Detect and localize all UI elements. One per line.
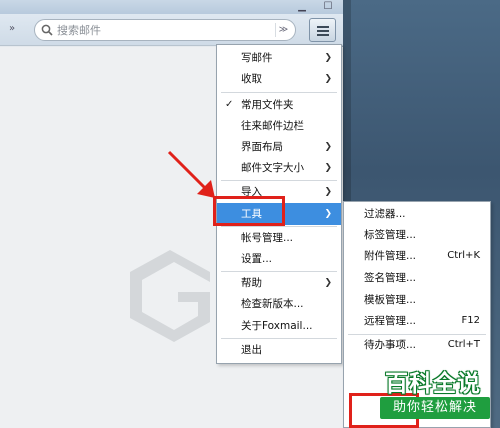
chevron-right-icon: ❯ xyxy=(324,53,332,63)
overflow-chevron-icon[interactable]: » xyxy=(9,23,15,34)
minimize-icon[interactable]: ▁ xyxy=(295,1,309,13)
search-input[interactable] xyxy=(57,22,267,38)
submenu-item-templates[interactable]: 模板管理... xyxy=(344,289,490,311)
menu-item-layout[interactable]: 界面布局 ❯ xyxy=(217,136,341,158)
submenu-item-filters[interactable]: 过滤器... xyxy=(344,203,490,225)
chevron-right-icon: ❯ xyxy=(324,163,332,173)
main-menu-button[interactable] xyxy=(309,18,336,42)
search-icon xyxy=(41,24,53,36)
menu-item-contact-sidebar[interactable]: 往来邮件边栏 xyxy=(217,115,341,137)
chevron-right-icon: ❯ xyxy=(324,209,332,219)
search-box[interactable]: ≫ xyxy=(34,19,296,41)
menu-separator xyxy=(221,92,337,93)
menu-item-accounts[interactable]: 帐号管理... xyxy=(217,227,341,249)
checkmark-icon: ✓ xyxy=(225,99,234,110)
search-options-icon[interactable]: ≫ xyxy=(275,23,291,37)
menu-item-common-folders[interactable]: ✓ 常用文件夹 xyxy=(217,94,341,116)
menu-item-compose[interactable]: 写邮件 ❯ xyxy=(217,47,341,69)
menu-icon xyxy=(317,26,329,28)
submenu-item-attachments[interactable]: 附件管理... Ctrl+K xyxy=(344,245,490,267)
submenu-item-remote[interactable]: 远程管理... F12 xyxy=(344,310,490,332)
brand-watermark: 百科全说 助你轻松解决 xyxy=(372,364,494,424)
title-bar: ▁ ☐ xyxy=(0,0,343,14)
menu-item-settings[interactable]: 设置... xyxy=(217,248,341,270)
foxmail-logo-icon xyxy=(130,250,210,342)
submenu-item-todo[interactable]: 待办事项... Ctrl+T xyxy=(344,334,490,356)
chevron-right-icon: ❯ xyxy=(324,74,332,84)
menu-item-exit[interactable]: 退出 xyxy=(217,339,341,361)
submenu-item-tags[interactable]: 标签管理... xyxy=(344,224,490,246)
toolbar: » ≫ xyxy=(0,14,343,46)
menu-item-check-update[interactable]: 检查新版本... xyxy=(217,293,341,315)
chevron-right-icon: ❯ xyxy=(324,187,332,197)
maximize-icon[interactable]: ☐ xyxy=(321,1,335,13)
menu-item-font-size[interactable]: 邮件文字大小 ❯ xyxy=(217,157,341,179)
chevron-right-icon: ❯ xyxy=(324,142,332,152)
chevron-right-icon: ❯ xyxy=(324,278,332,288)
annotation-highlight-tools xyxy=(213,196,285,226)
submenu-item-signatures[interactable]: 签名管理... xyxy=(344,267,490,289)
brand-subtitle: 助你轻松解决 xyxy=(380,397,490,419)
brand-title: 百科全说 xyxy=(385,371,481,397)
menu-item-about[interactable]: 关于Foxmail... xyxy=(217,315,341,337)
menu-item-help[interactable]: 帮助 ❯ xyxy=(217,272,341,294)
menu-item-receive[interactable]: 收取 ❯ xyxy=(217,68,341,90)
